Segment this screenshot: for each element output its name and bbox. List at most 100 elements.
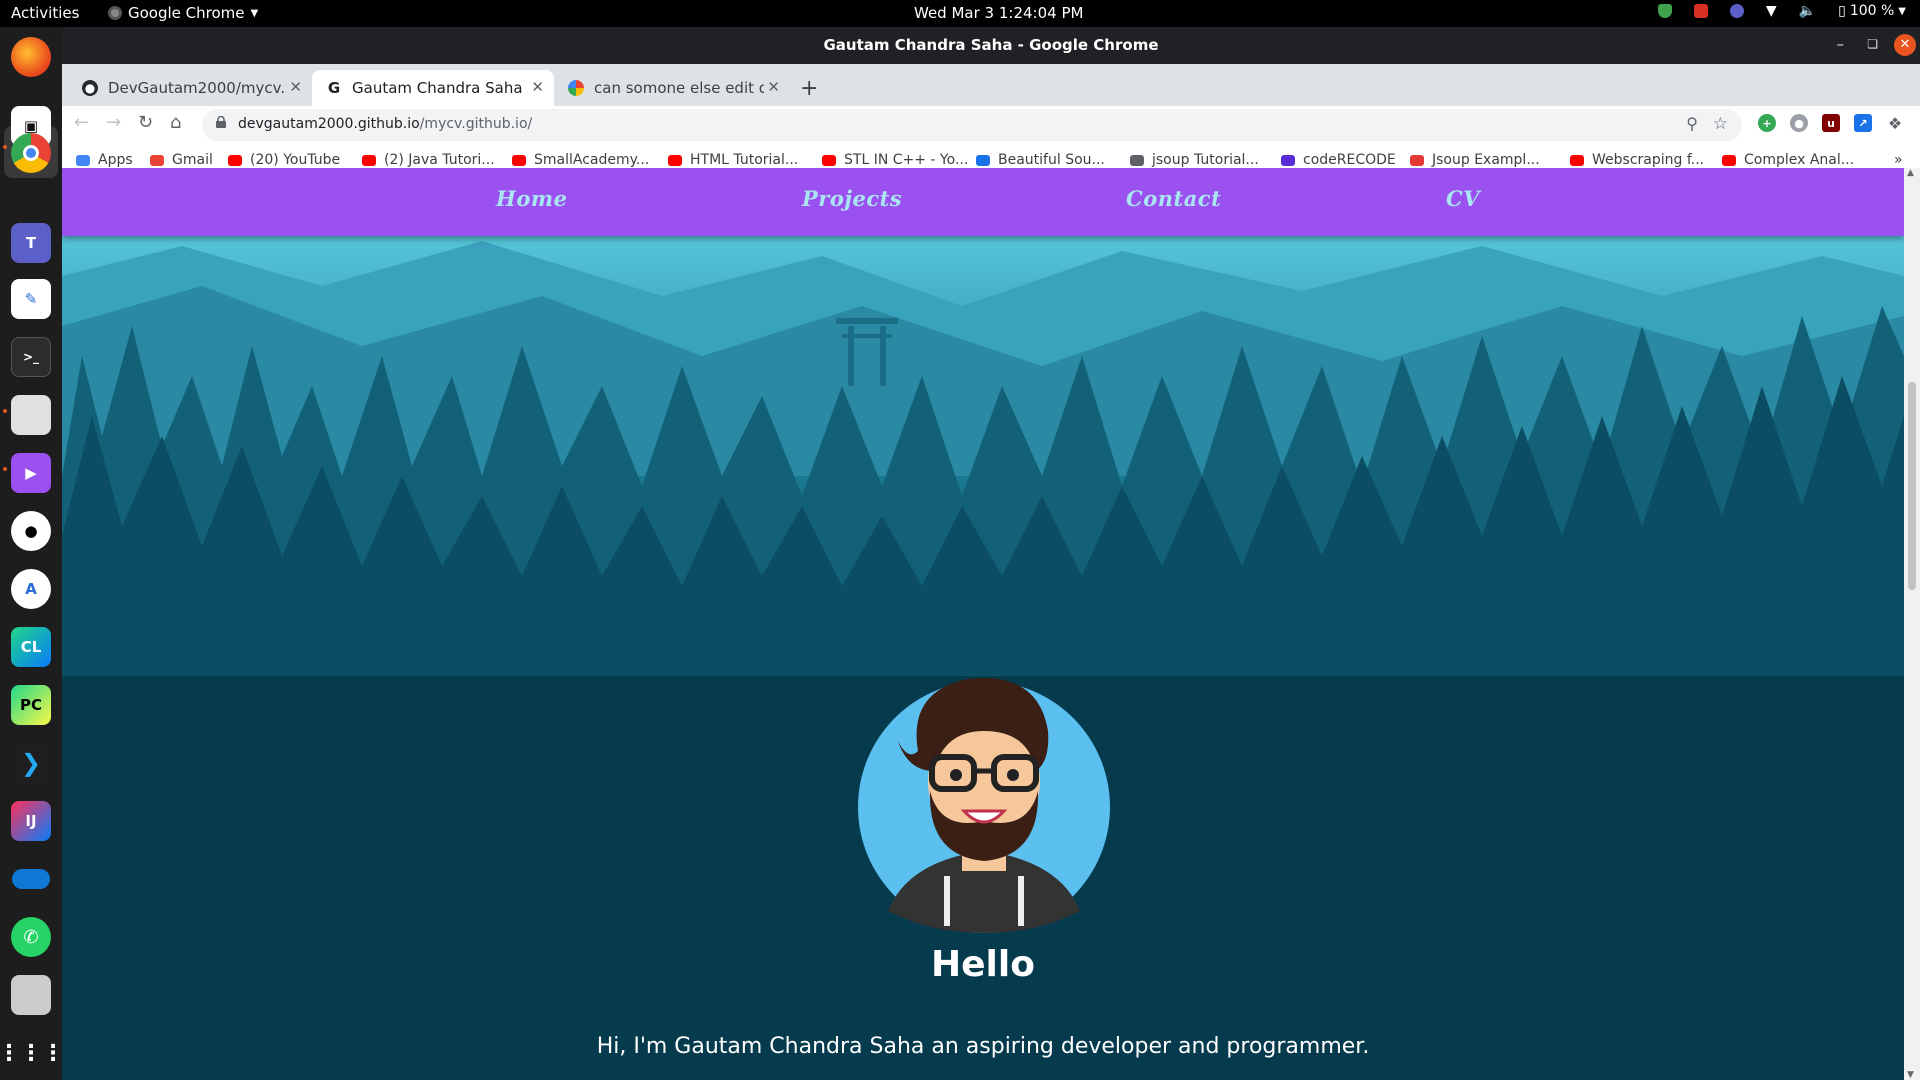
video-player-icon[interactable]: ▶ — [11, 453, 51, 493]
crummy-icon — [976, 154, 990, 166]
clock[interactable]: Wed Mar 3 1:24:04 PM — [914, 4, 1083, 22]
chrome-app-icon — [108, 6, 122, 20]
extensions-puzzle-icon[interactable]: ❖ — [1886, 114, 1904, 133]
page-scrollbar[interactable]: ▲ ▼ — [1904, 168, 1920, 1080]
url-host: devgautam2000.github.io — [238, 116, 420, 132]
youtube-icon — [362, 154, 376, 166]
app-menu[interactable]: Google Chrome ▼ — [108, 4, 258, 22]
activities-button[interactable]: Activities — [11, 4, 79, 22]
scrollbar-thumb[interactable] — [1908, 382, 1916, 590]
bookmark-item[interactable]: codeRECODE — [1281, 152, 1396, 168]
g-icon: G — [326, 79, 342, 97]
bookmark-item[interactable]: Gmail — [150, 152, 213, 168]
volume-icon[interactable]: 🔈 — [1799, 3, 1816, 19]
youtube-icon — [1570, 154, 1584, 166]
running-indicator — [3, 145, 7, 149]
github-desktop-icon[interactable]: ● — [11, 511, 51, 551]
bookmark-label: SmallAcademy... — [534, 152, 650, 168]
nav-link-projects[interactable]: Projects — [802, 186, 902, 211]
bookmark-item[interactable]: Beautiful Sou... — [976, 152, 1105, 168]
close-icon[interactable]: ✕ — [289, 78, 302, 96]
ublock-icon[interactable]: u — [1822, 114, 1840, 132]
bookmark-label: Jsoup Exampl... — [1432, 152, 1540, 168]
nav-link-home[interactable]: Home — [496, 186, 567, 211]
teams-tray-icon[interactable] — [1729, 4, 1744, 18]
bookmark-item[interactable]: Webscraping f... — [1570, 152, 1704, 168]
running-indicator — [3, 467, 7, 471]
teams-icon[interactable]: T — [11, 223, 51, 263]
lock-icon — [216, 116, 226, 128]
bookmark-label: Apps — [98, 152, 133, 168]
onedrive-icon[interactable] — [11, 859, 51, 899]
nav-link-cv[interactable]: CV — [1446, 186, 1480, 211]
bookmark-item[interactable]: Apps — [76, 152, 133, 168]
files-icon[interactable] — [11, 395, 51, 435]
home-icon[interactable]: ⌂ — [170, 112, 181, 133]
browser-toolbar: ← → ↻ ⌂ devgautam2000.github.io/mycv.git… — [62, 106, 1920, 144]
bookmark-label: Gmail — [172, 152, 213, 168]
android-studio-icon[interactable]: A — [11, 569, 51, 609]
scroll-down-icon[interactable]: ▼ — [1907, 1070, 1914, 1080]
tab-active[interactable]: G Gautam Chandra Saha ✕ — [312, 70, 554, 106]
tab-google[interactable]: can somone else edit our github ✕ — [554, 70, 790, 106]
bookmark-item[interactable]: jsoup Tutorial... — [1130, 152, 1259, 168]
close-icon[interactable]: ✕ — [767, 78, 780, 96]
terminal-icon[interactable]: >_ — [11, 337, 51, 377]
youtube-icon — [822, 154, 836, 166]
app-menu-label: Google Chrome — [128, 4, 245, 22]
scroll-up-icon[interactable]: ▲ — [1907, 168, 1914, 178]
minimize-icon[interactable]: – — [1837, 35, 1845, 53]
reload-icon[interactable]: ↻ — [138, 112, 153, 133]
text-editor-icon[interactable]: ✎ — [11, 279, 51, 319]
wifi-icon[interactable]: ▼ — [1766, 3, 1777, 19]
bookmark-star-icon[interactable]: ☆ — [1713, 114, 1728, 134]
extension-plus-icon[interactable]: + — [1758, 114, 1776, 132]
apps-grid-icon — [76, 154, 90, 166]
close-icon[interactable]: ✕ — [531, 78, 544, 96]
vscode-icon[interactable]: ❯ — [11, 743, 51, 783]
nav-link-contact[interactable]: Contact — [1126, 186, 1221, 211]
restore-icon[interactable]: ❏ — [1867, 37, 1878, 51]
new-tab-button[interactable]: + — [800, 76, 818, 101]
intellij-icon[interactable]: IJ — [11, 801, 51, 841]
close-window-button[interactable]: ✕ — [1894, 34, 1916, 56]
bookmark-item[interactable]: STL IN C++ - Yo... — [822, 152, 968, 168]
bookmark-item[interactable]: HTML Tutorial... — [668, 152, 798, 168]
chevron-down-icon: ▼ — [250, 7, 259, 19]
chrome-icon[interactable] — [11, 133, 51, 173]
address-bar[interactable]: devgautam2000.github.io/mycv.github.io/ … — [202, 109, 1742, 141]
window-title: Gautam Chandra Saha - Google Chrome — [823, 36, 1159, 54]
url-path: /mycv.github.io/ — [419, 116, 533, 132]
window-titlebar[interactable]: Gautam Chandra Saha - Google Chrome – ❏ … — [62, 27, 1920, 64]
bookmarks-overflow-icon[interactable]: » — [1894, 152, 1903, 168]
bookmark-item[interactable]: (2) Java Tutori... — [362, 152, 495, 168]
show-apps-icon[interactable]: ⋮⋮⋮ — [0, 1033, 64, 1073]
system-top-bar: Activities Google Chrome ▼ Wed Mar 3 1:2… — [0, 0, 1920, 27]
bookmark-label: (2) Java Tutori... — [384, 152, 495, 168]
bookmark-item[interactable]: Complex Anal... — [1722, 152, 1854, 168]
tab-github[interactable]: ● DevGautam2000/mycv.github.io ✕ — [68, 70, 312, 106]
gmail-tray-icon[interactable] — [1693, 4, 1708, 18]
zoom-icon[interactable]: ⚲ — [1686, 114, 1698, 133]
avatar — [858, 678, 1110, 933]
clion-icon[interactable]: CL — [11, 627, 51, 667]
bookmark-label: STL IN C++ - Yo... — [844, 152, 969, 168]
open-link-extension-icon[interactable]: ↗ — [1854, 114, 1872, 132]
firefox-icon[interactable] — [11, 37, 51, 77]
bug-extension-icon[interactable]: ● — [1790, 114, 1808, 132]
bookmark-item[interactable]: Jsoup Exampl... — [1410, 152, 1540, 168]
youtube-icon — [228, 154, 242, 166]
shield-icon[interactable] — [1657, 4, 1672, 18]
url-text: devgautam2000.github.io/mycv.github.io/ — [238, 116, 532, 132]
bookmark-item[interactable]: (20) YouTube — [228, 152, 340, 168]
sd-card-icon[interactable] — [11, 975, 51, 1015]
pycharm-icon[interactable]: PC — [11, 685, 51, 725]
battery-icon[interactable]: ▯ 100 % ▼ — [1838, 3, 1906, 19]
bookmark-item[interactable]: SmallAcademy... — [512, 152, 649, 168]
gmail-icon — [150, 154, 164, 166]
youtube-icon — [1722, 154, 1736, 166]
back-arrow-icon[interactable]: ← — [74, 112, 89, 133]
forward-arrow-icon[interactable]: → — [106, 112, 121, 133]
system-tray[interactable]: ▼ 🔈 ▯ 100 % ▼ — [1657, 3, 1906, 19]
whatsapp-icon[interactable]: ✆ — [11, 917, 51, 957]
